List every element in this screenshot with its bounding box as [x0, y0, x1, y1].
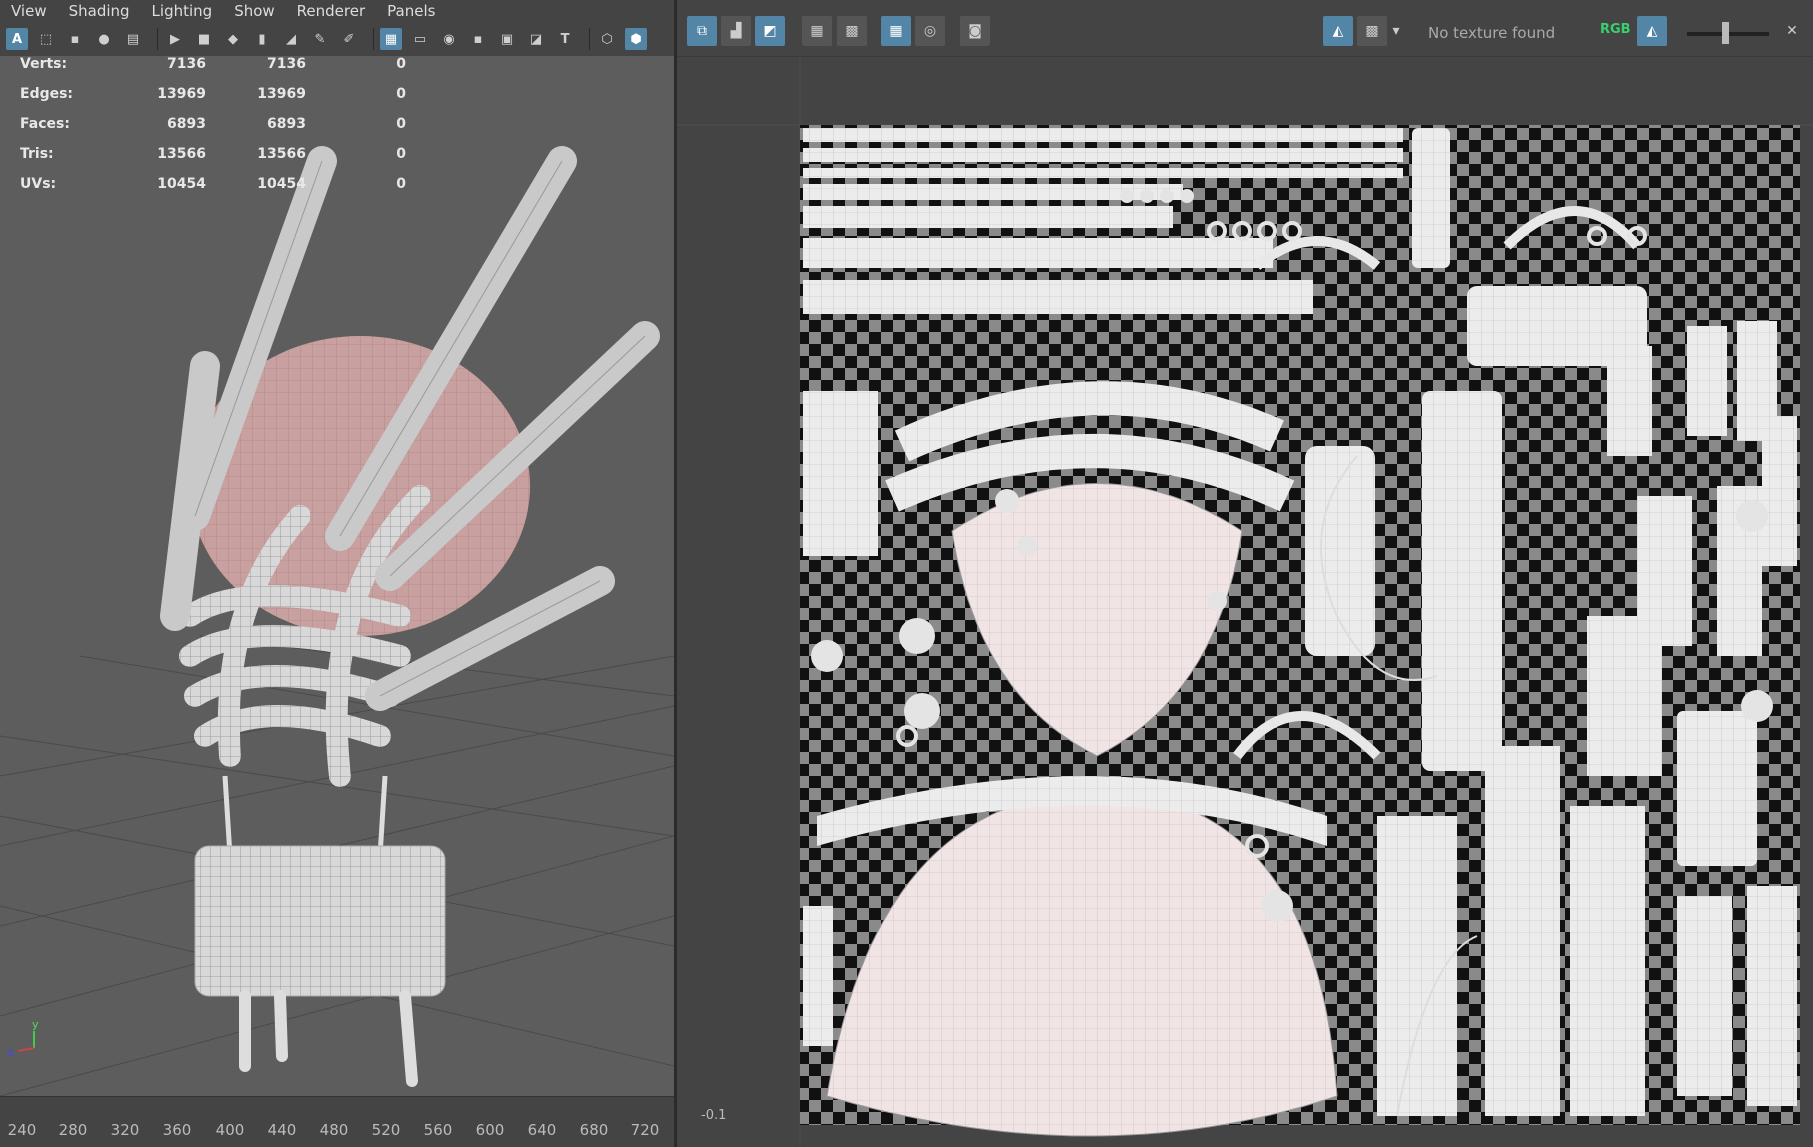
uv-editor-panel: ⧉ ▟ ◩ ▦ ▩ ▦ ◎ ◙ ◭ ▩ ▾ No texture found R… — [677, 0, 1813, 1147]
layer-icon[interactable]: ▤ — [122, 28, 144, 50]
ruler-label: 720 — [630, 1121, 660, 1139]
uv-grid-icon[interactable]: ▦ — [802, 16, 832, 46]
hud-value: 13969 — [257, 86, 306, 102]
rgb-channel-button[interactable]: RGB — [1600, 22, 1631, 37]
select-all-icon[interactable]: A — [6, 28, 28, 50]
camera-icon[interactable]: ▶ — [164, 28, 186, 50]
hud-value: 10454 — [257, 176, 306, 192]
viewport-3d-panel: View Shading Lighting Show Renderer Pane… — [0, 0, 674, 1147]
uv-axis-label: -0.1 — [701, 1108, 727, 1123]
field-chart-icon[interactable]: ▣ — [496, 28, 518, 50]
ruler-label: 320 — [110, 1121, 140, 1139]
ruler-label: 680 — [579, 1121, 609, 1139]
image-plane-icon[interactable]: ◢ — [280, 28, 302, 50]
uv-pixel-snap-icon[interactable]: ▩ — [837, 16, 867, 46]
hud-value: 0 — [396, 176, 406, 192]
hud-value: 0 — [396, 116, 406, 132]
uv-checker-icon[interactable]: ▦ — [881, 16, 911, 46]
hud-value: 7136 — [267, 56, 306, 72]
menu-lighting[interactable]: Lighting — [152, 2, 213, 20]
safe-action-icon[interactable]: ◪ — [525, 28, 547, 50]
ruler-label: 640 — [527, 1121, 557, 1139]
svg-text:y: y — [32, 1018, 39, 1031]
uv-texture-canvas[interactable]: -0.1 — [677, 56, 1813, 1147]
toolbar-separator — [157, 28, 158, 50]
time-slider-ruler[interactable]: 240 280 320 360 400 440 480 520 560 600 … — [0, 1096, 674, 1147]
ruler-label: 360 — [162, 1121, 192, 1139]
camera-attributes-icon[interactable]: ◆ — [222, 28, 244, 50]
pencil-icon[interactable]: ✐ — [338, 28, 360, 50]
toolbar-separator — [373, 28, 374, 50]
uv-layout-render — [677, 56, 1813, 1147]
viewport-menu-bar: View Shading Lighting Show Renderer Pane… — [0, 0, 674, 22]
svg-text:z: z — [8, 1046, 14, 1059]
ruler-label: 240 — [7, 1121, 37, 1139]
grid-icon[interactable]: ▦ — [380, 28, 402, 50]
expand-icon[interactable]: ✕ — [1777, 16, 1807, 46]
viewport-toolbar: A ⬚ ▪ ● ▤ ▶ ■ ◆ ▮ ◢ ✎ ✐ ▦ ▭ ◉ ▪ ▣ ◪ T ⬡ … — [0, 22, 674, 56]
menu-view[interactable]: View — [11, 2, 47, 20]
menu-show[interactable]: Show — [234, 2, 274, 20]
menu-panels[interactable]: Panels — [387, 2, 435, 20]
resolution-gate-icon[interactable]: ◉ — [438, 28, 460, 50]
lasso-icon[interactable]: ▪ — [64, 28, 86, 50]
film-gate-icon[interactable]: ▭ — [409, 28, 431, 50]
display-alpha-icon[interactable]: ◭ — [1637, 16, 1667, 46]
hud-label: Edges: — [20, 86, 74, 102]
hud-value: 0 — [396, 56, 406, 72]
menu-shading[interactable]: Shading — [69, 2, 130, 20]
uv-backface-icon[interactable]: ◩ — [755, 16, 785, 46]
hud-value: 13566 — [157, 146, 206, 162]
menu-renderer[interactable]: Renderer — [297, 2, 365, 20]
paint-select-icon[interactable]: ● — [93, 28, 115, 50]
hud-label: UVs: — [20, 176, 57, 192]
hud-value: 6893 — [267, 116, 306, 132]
ruler-label: 280 — [58, 1121, 88, 1139]
safe-title-icon[interactable]: T — [554, 28, 576, 50]
wireframe-icon[interactable]: ⬡ — [596, 28, 618, 50]
ruler-label: 520 — [371, 1121, 401, 1139]
bookmark-icon[interactable]: ▮ — [251, 28, 273, 50]
ruler-label: 560 — [423, 1121, 453, 1139]
mesh-wireframe-render: y z — [0, 146, 674, 1097]
uv-distortion-icon[interactable]: ▟ — [721, 16, 751, 46]
hud-label: Faces: — [20, 116, 70, 132]
hud-value: 7136 — [167, 56, 206, 72]
axis-gizmo-icon: y z — [8, 1018, 39, 1059]
smooth-shade-icon[interactable]: ⬢ — [625, 28, 647, 50]
hud-value: 0 — [396, 146, 406, 162]
hud-label: Tris: — [20, 146, 54, 162]
texture-status-label: No texture found — [1428, 24, 1556, 42]
ruler-label: 440 — [267, 1121, 297, 1139]
camera-lock-icon[interactable]: ■ — [193, 28, 215, 50]
checker-texture-icon[interactable]: ▩ — [1357, 16, 1387, 46]
viewport-3d-canvas[interactable]: y z — [0, 56, 674, 1097]
hud-value: 10454 — [157, 176, 206, 192]
uv-shell-icon[interactable]: ⧉ — [687, 16, 717, 46]
hud-value: 6893 — [167, 116, 206, 132]
hud-value: 13566 — [257, 146, 306, 162]
select-object-icon[interactable]: ⬚ — [35, 28, 57, 50]
uv-editor-toolbar: ⧉ ▟ ◩ ▦ ▩ ▦ ◎ ◙ ◭ ▩ ▾ No texture found R… — [677, 0, 1813, 57]
toolbar-separator — [589, 28, 590, 50]
exposure-slider-handle[interactable] — [1722, 22, 1729, 44]
image-display-icon[interactable]: ◭ — [1323, 16, 1353, 46]
ruler-label: 480 — [319, 1121, 349, 1139]
ruler-label: 600 — [475, 1121, 505, 1139]
ruler-label: 400 — [215, 1121, 245, 1139]
grease-pencil-icon[interactable]: ✎ — [309, 28, 331, 50]
snapshot-camera-icon[interactable]: ◙ — [960, 16, 990, 46]
gate-mask-icon[interactable]: ▪ — [467, 28, 489, 50]
hud-label: Verts: — [20, 56, 68, 72]
uv-isolate-icon[interactable]: ◎ — [915, 16, 945, 46]
chevron-down-icon[interactable]: ▾ — [1389, 16, 1403, 46]
hud-value: 13969 — [157, 86, 206, 102]
hud-value: 0 — [396, 86, 406, 102]
